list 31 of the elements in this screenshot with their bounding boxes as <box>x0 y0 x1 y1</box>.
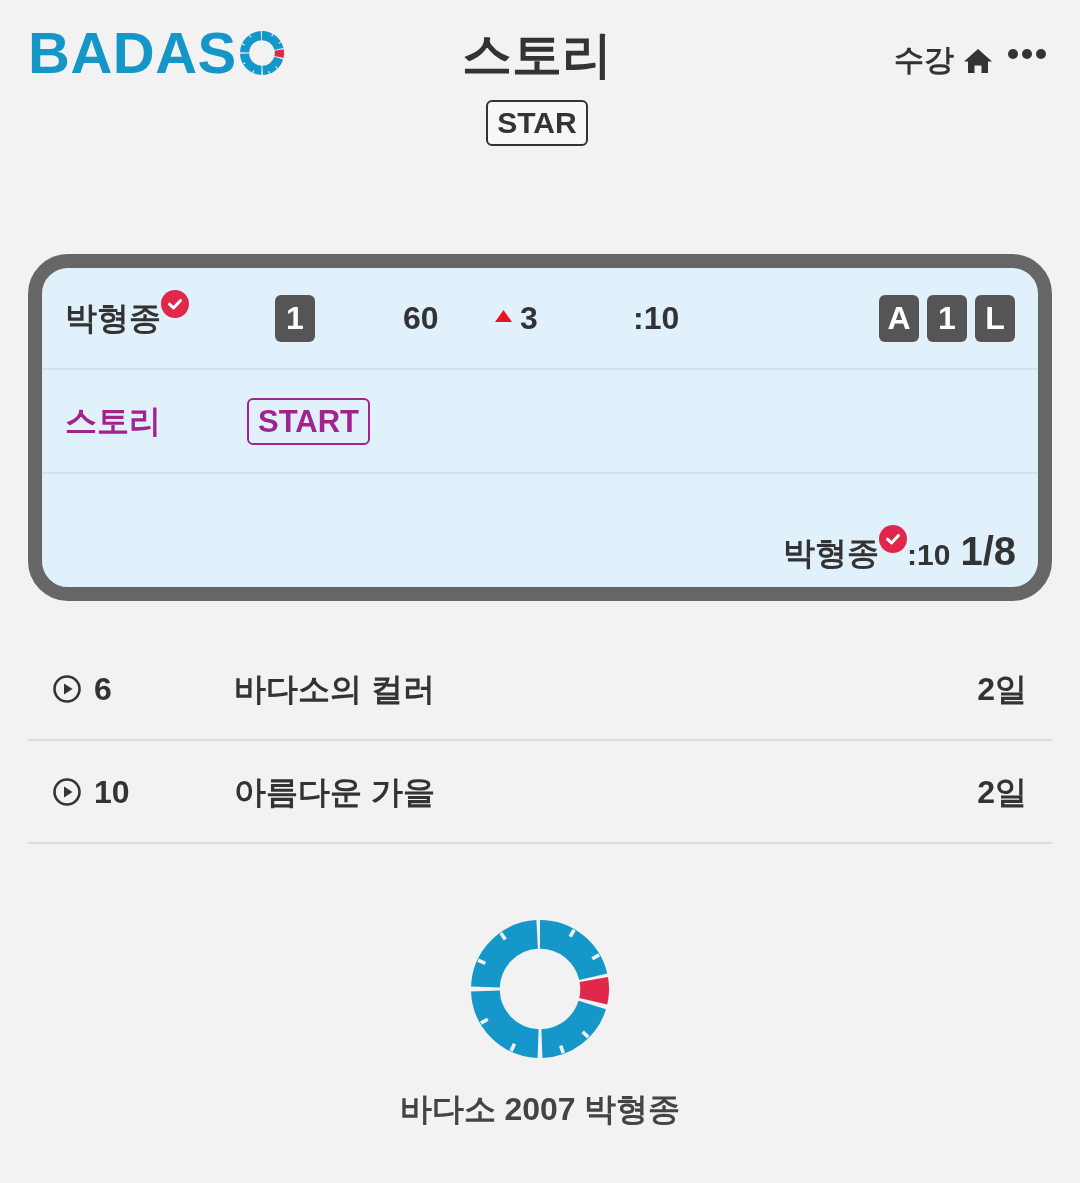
title-badge: STAR <box>486 100 588 146</box>
story-title[interactable]: 아름다운 가을 <box>234 771 435 812</box>
course-link[interactable]: 수강 <box>894 40 954 80</box>
footer-credit: 바다소 2007 박형종 <box>399 1090 681 1129</box>
more-icon[interactable] <box>1008 49 1046 59</box>
grade-tag: A <box>879 294 919 342</box>
grade-tag: L <box>975 294 1015 342</box>
up-triangle-icon <box>495 310 512 322</box>
ring-logo-icon <box>239 31 284 75</box>
play-count: 6 <box>94 669 112 709</box>
play-circle-icon <box>53 777 81 806</box>
ring-logo-icon <box>471 920 609 1058</box>
page-title: 스토리 <box>462 26 612 84</box>
time-value: :10 <box>633 299 680 338</box>
player-name: 박형종 <box>65 299 161 338</box>
grade-tag: 1 <box>927 294 967 342</box>
logo-wordmark: BADAS <box>28 30 237 76</box>
page-counter: 1/8 <box>960 529 1016 573</box>
play-circle-icon <box>53 674 81 703</box>
score-value: 60 <box>403 299 439 338</box>
story-title[interactable]: 바다소의 컬러 <box>234 668 435 709</box>
play-count: 10 <box>94 772 130 812</box>
start-badge: START <box>247 397 371 445</box>
posted-age: 2일 <box>977 772 1027 812</box>
story-label: 스토리 <box>65 402 161 441</box>
change-value: 3 <box>520 299 538 338</box>
posted-age: 2일 <box>977 669 1027 709</box>
player-name: 박형종 <box>783 534 880 573</box>
home-icon[interactable] <box>964 49 992 73</box>
time-value: :10 <box>907 537 951 573</box>
rank-badge: 1 <box>275 294 315 342</box>
